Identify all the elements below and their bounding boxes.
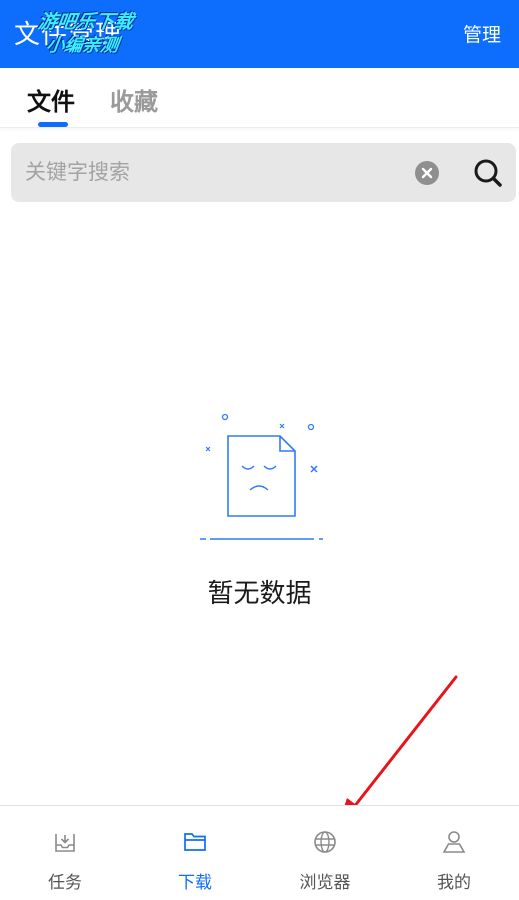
active-tab-indicator: [38, 122, 68, 127]
nav-label-downloads: 下载: [178, 873, 212, 893]
watermark-logo: 游吧乐下载 小编亲测: [11, 10, 158, 58]
watermark-line-2: 小编亲测: [44, 35, 120, 56]
sad-document-icon: [198, 408, 326, 546]
watermark-line-1: 游吧乐下载: [36, 11, 135, 33]
globe-icon: [313, 830, 337, 854]
nav-item-downloads[interactable]: 下载: [130, 806, 260, 900]
tab-favorites[interactable]: 收藏: [110, 82, 158, 117]
empty-state-message: 暂无数据: [207, 579, 312, 609]
nav-label-tasks: 任务: [48, 873, 82, 893]
tray-download-icon: [53, 830, 77, 854]
nav-item-me[interactable]: 我的: [389, 806, 519, 900]
nav-label-me: 我的: [437, 873, 471, 893]
nav-item-browser[interactable]: 浏览器: [260, 806, 390, 900]
search-input[interactable]: [25, 157, 385, 187]
nav-label-browser: 浏览器: [299, 873, 351, 893]
clear-icon[interactable]: [415, 161, 439, 185]
top-app-bar: 文件管理 游吧乐下载 小编亲测 管理: [0, 0, 519, 68]
bottom-nav: 任务 下载 浏览器 我的: [0, 805, 519, 900]
nav-item-tasks[interactable]: 任务: [0, 806, 130, 900]
search-icon[interactable]: [473, 158, 503, 188]
folder-icon: [183, 830, 207, 854]
tab-bar: 文件 收藏: [0, 68, 519, 128]
profile-icon: [442, 830, 466, 854]
manage-button[interactable]: 管理: [463, 20, 501, 47]
tab-files[interactable]: 文件: [27, 82, 75, 117]
search-bar: [11, 143, 516, 202]
